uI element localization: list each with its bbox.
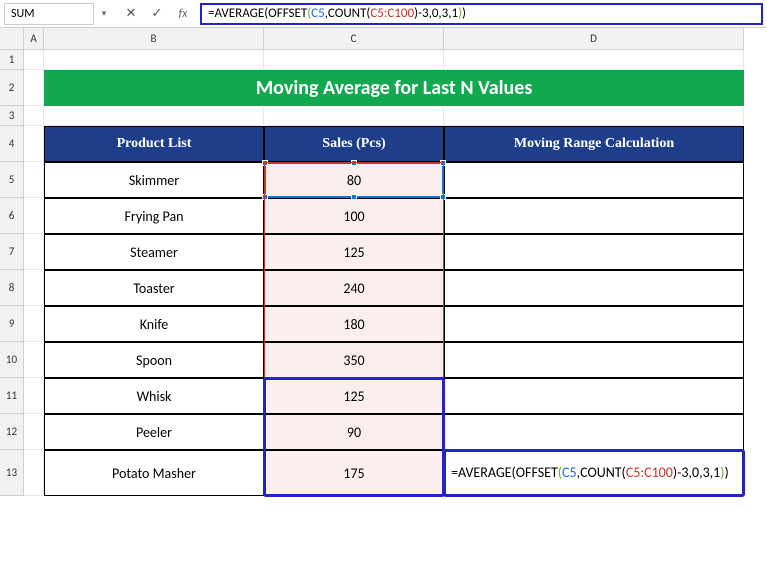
cell-a11[interactable] — [24, 378, 44, 414]
cell-d1[interactable] — [444, 50, 744, 70]
cell-a9[interactable] — [24, 306, 44, 342]
sel-handle[interactable] — [351, 194, 357, 200]
col-head-c[interactable]: C — [264, 28, 444, 50]
cell-b5[interactable]: Skimmer — [44, 162, 264, 198]
sel-handle[interactable] — [262, 160, 268, 166]
cell-a12[interactable] — [24, 414, 44, 450]
cell-a6[interactable] — [24, 198, 44, 234]
row-head-2[interactable]: 2 — [0, 70, 24, 106]
row-head-10[interactable]: 10 — [0, 342, 24, 378]
cell-d12[interactable] — [444, 414, 744, 450]
header-sales[interactable]: Sales (Pcs) — [264, 126, 444, 162]
cell-c1[interactable] — [264, 50, 444, 70]
formula-input[interactable]: =AVERAGE(OFFSET(C5,COUNT(C5:C100)-3,0,3,… — [200, 3, 763, 25]
col-head-b[interactable]: B — [44, 28, 264, 50]
cell-d9[interactable] — [444, 306, 744, 342]
row-head-7[interactable]: 7 — [0, 234, 24, 270]
cell-d13[interactable]: =AVERAGE(OFFSET(C5,COUNT(C5:C100)-3,0,3,… — [444, 450, 744, 496]
name-box-dropdown-icon[interactable]: ▾ — [96, 3, 112, 25]
cell-b13[interactable]: Potato Masher — [44, 450, 264, 496]
cell-b1[interactable] — [44, 50, 264, 70]
cell-a10[interactable] — [24, 342, 44, 378]
cell-c8[interactable]: 240 — [264, 270, 444, 306]
name-box[interactable]: SUM — [4, 3, 94, 25]
cell-a13[interactable] — [24, 450, 44, 496]
fx-icon[interactable]: fx — [174, 5, 192, 23]
sel-handle[interactable] — [351, 160, 357, 166]
formula-in-cell: =AVERAGE(OFFSET(C5,COUNT(C5:C100)-3,0,3,… — [445, 460, 743, 486]
row-head-12[interactable]: 12 — [0, 414, 24, 450]
cell-d11[interactable] — [444, 378, 744, 414]
sel-handle[interactable] — [440, 194, 446, 200]
formula-bar: SUM ▾ ✕ ✓ fx =AVERAGE(OFFSET(C5,COUNT(C5… — [0, 0, 767, 28]
cell-c7[interactable]: 125 — [264, 234, 444, 270]
col-head-d[interactable]: D — [444, 28, 744, 50]
cell-b6[interactable]: Frying Pan — [44, 198, 264, 234]
cell-d8[interactable] — [444, 270, 744, 306]
cell-a1[interactable] — [24, 50, 44, 70]
cell-b11[interactable]: Whisk — [44, 378, 264, 414]
cell-b3[interactable] — [44, 106, 264, 126]
cell-d6[interactable] — [444, 198, 744, 234]
cell-b10[interactable]: Spoon — [44, 342, 264, 378]
header-moving[interactable]: Moving Range Calculation — [444, 126, 744, 162]
col-head-a[interactable]: A — [24, 28, 44, 50]
cell-d7[interactable] — [444, 234, 744, 270]
cell-b8[interactable]: Toaster — [44, 270, 264, 306]
row-head-4[interactable]: 4 — [0, 126, 24, 162]
cell-c11[interactable]: 125 — [264, 378, 444, 414]
row-head-11[interactable]: 11 — [0, 378, 24, 414]
row-head-13[interactable]: 13 — [0, 450, 24, 496]
cell-c9[interactable]: 180 — [264, 306, 444, 342]
cell-a7[interactable] — [24, 234, 44, 270]
cell-a3[interactable] — [24, 106, 44, 126]
cell-c13[interactable]: 175 — [264, 450, 444, 496]
cell-c6[interactable]: 100 — [264, 198, 444, 234]
cell-c10[interactable]: 350 — [264, 342, 444, 378]
cell-a2[interactable] — [24, 70, 44, 106]
row-head-5[interactable]: 5 — [0, 162, 24, 198]
cell-b12[interactable]: Peeler — [44, 414, 264, 450]
cancel-icon[interactable]: ✕ — [122, 5, 140, 23]
cell-a4[interactable] — [24, 126, 44, 162]
cell-d10[interactable] — [444, 342, 744, 378]
cell-d3[interactable] — [444, 106, 744, 126]
row-head-3[interactable]: 3 — [0, 106, 24, 126]
cell-b9[interactable]: Knife — [44, 306, 264, 342]
cell-c3[interactable] — [264, 106, 444, 126]
sel-handle[interactable] — [440, 160, 446, 166]
row-head-9[interactable]: 9 — [0, 306, 24, 342]
cell-c5[interactable]: 80 — [264, 162, 444, 198]
cell-a8[interactable] — [24, 270, 44, 306]
row-head-8[interactable]: 8 — [0, 270, 24, 306]
row-head-6[interactable]: 6 — [0, 198, 24, 234]
cell-c12[interactable]: 90 — [264, 414, 444, 450]
cell-d5[interactable] — [444, 162, 744, 198]
sel-handle[interactable] — [262, 194, 268, 200]
cell-a5[interactable] — [24, 162, 44, 198]
spreadsheet-grid: 1 2 3 4 5 6 7 8 9 10 11 12 13 A B C D Mo… — [0, 28, 767, 571]
formula-text: =AVERAGE — [208, 6, 264, 21]
row-head-1[interactable]: 1 — [0, 50, 24, 70]
cell-b7[interactable]: Steamer — [44, 234, 264, 270]
select-all-button[interactable] — [0, 28, 24, 50]
title-cell[interactable]: Moving Average for Last N Values — [44, 70, 744, 106]
confirm-icon[interactable]: ✓ — [148, 5, 166, 23]
header-product[interactable]: Product List — [44, 126, 264, 162]
